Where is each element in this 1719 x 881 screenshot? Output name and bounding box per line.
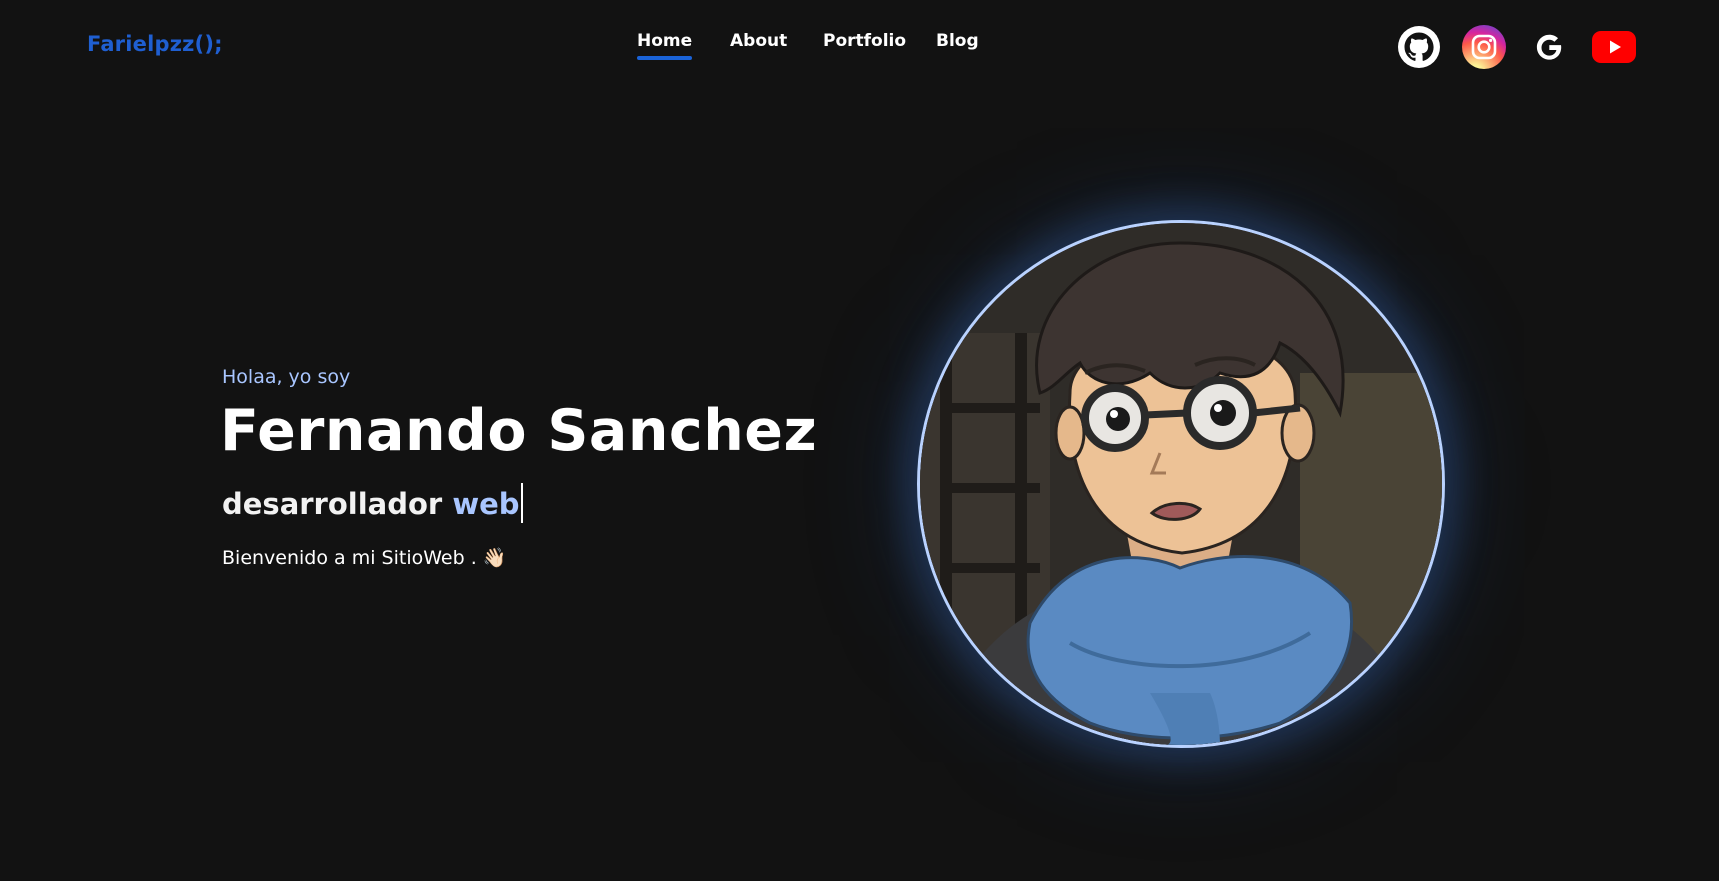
avatar-frame (917, 220, 1445, 748)
google-link[interactable] (1527, 25, 1571, 69)
instagram-link[interactable] (1462, 25, 1506, 69)
nav-about[interactable]: About (730, 31, 787, 51)
welcome-text: Bienvenido a mi SitioWeb . (222, 547, 477, 569)
google-icon (1536, 34, 1562, 60)
avatar-illustration (920, 223, 1442, 745)
instagram-icon (1462, 25, 1506, 69)
hero-name: Fernando Sanchez (220, 398, 818, 464)
nav-home[interactable]: Home (637, 31, 693, 60)
avatar (917, 220, 1445, 748)
welcome-message: Bienvenido a mi SitioWeb . 👋🏻 (222, 546, 506, 569)
role-prefix: desarrollador (222, 487, 453, 521)
nav-portfolio[interactable]: Portfolio (823, 31, 906, 51)
github-icon (1398, 26, 1440, 68)
typing-caret (520, 483, 523, 523)
waving-hand-icon: 👋🏻 (482, 547, 507, 569)
hero-role: desarrollador web (222, 483, 523, 523)
youtube-link[interactable] (1592, 25, 1636, 69)
role-typed-text: web (452, 487, 520, 521)
nav-blog[interactable]: Blog (936, 31, 979, 51)
github-link[interactable] (1397, 25, 1441, 69)
youtube-icon (1592, 31, 1636, 63)
hero-greeting: Holaa, yo soy (222, 366, 351, 388)
home-page: Farielpzz(); Home About Portfolio Blog H… (0, 0, 1719, 881)
